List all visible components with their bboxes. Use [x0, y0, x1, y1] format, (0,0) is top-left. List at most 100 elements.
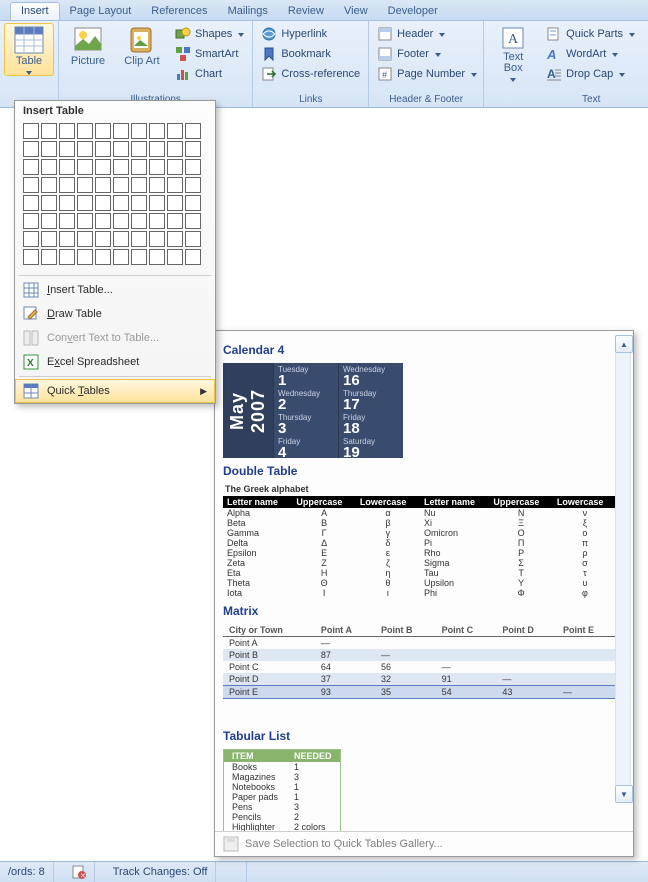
grid-cell[interactable] [167, 123, 183, 139]
grid-cell[interactable] [149, 123, 165, 139]
grid-cell[interactable] [185, 141, 201, 157]
grid-cell[interactable] [149, 249, 165, 265]
grid-cell[interactable] [41, 195, 57, 211]
hyperlink-button[interactable]: Hyperlink [257, 25, 364, 43]
grid-cell[interactable] [59, 231, 75, 247]
grid-cell[interactable] [131, 123, 147, 139]
grid-cell[interactable] [167, 159, 183, 175]
grid-cell[interactable] [59, 159, 75, 175]
grid-cell[interactable] [95, 159, 111, 175]
proofing-status[interactable]: ✕ [64, 862, 95, 882]
grid-cell[interactable] [131, 213, 147, 229]
grid-cell[interactable] [41, 177, 57, 193]
grid-cell[interactable] [41, 123, 57, 139]
grid-cell[interactable] [77, 249, 93, 265]
grid-cell[interactable] [113, 159, 129, 175]
quick-tables-menu[interactable]: Quick Tables ▶ [15, 379, 215, 403]
grid-cell[interactable] [77, 231, 93, 247]
grid-cell[interactable] [23, 231, 39, 247]
grid-cell[interactable] [77, 141, 93, 157]
grid-cell[interactable] [185, 123, 201, 139]
grid-cell[interactable] [149, 213, 165, 229]
footer-button[interactable]: Footer [373, 45, 481, 63]
grid-cell[interactable] [23, 213, 39, 229]
grid-cell[interactable] [95, 249, 111, 265]
grid-cell[interactable] [23, 249, 39, 265]
grid-cell[interactable] [113, 177, 129, 193]
grid-cell[interactable] [131, 249, 147, 265]
gallery-item-tabular-list[interactable]: ITEMNEEDEDBooks1Magazines3Notebooks1Pape… [223, 749, 617, 831]
grid-cell[interactable] [185, 159, 201, 175]
grid-cell[interactable] [149, 177, 165, 193]
tab-page-layout[interactable]: Page Layout [60, 3, 142, 20]
grid-cell[interactable] [113, 195, 129, 211]
grid-cell[interactable] [59, 177, 75, 193]
grid-cell[interactable] [59, 195, 75, 211]
grid-cell[interactable] [167, 249, 183, 265]
datetime-button[interactable]: 5 Date [643, 45, 648, 63]
grid-cell[interactable] [131, 177, 147, 193]
gallery-item-matrix[interactable]: City or TownPoint APoint BPoint CPoint D… [223, 624, 617, 699]
grid-cell[interactable] [41, 213, 57, 229]
grid-cell[interactable] [185, 195, 201, 211]
grid-cell[interactable] [23, 177, 39, 193]
grid-cell[interactable] [59, 249, 75, 265]
grid-cell[interactable] [149, 141, 165, 157]
grid-cell[interactable] [113, 141, 129, 157]
grid-cell[interactable] [77, 213, 93, 229]
grid-cell[interactable] [185, 231, 201, 247]
grid-cell[interactable] [167, 177, 183, 193]
textbox-button[interactable]: A Text Box [488, 23, 538, 83]
grid-cell[interactable] [131, 231, 147, 247]
grid-cell[interactable] [95, 195, 111, 211]
grid-cell[interactable] [185, 213, 201, 229]
tab-developer[interactable]: Developer [378, 3, 448, 20]
grid-cell[interactable] [95, 213, 111, 229]
grid-cell[interactable] [95, 177, 111, 193]
grid-cell[interactable] [41, 231, 57, 247]
insert-table-menu[interactable]: Insert Table... [15, 278, 215, 302]
grid-cell[interactable] [131, 141, 147, 157]
crossref-button[interactable]: Cross-reference [257, 65, 364, 83]
grid-cell[interactable] [59, 141, 75, 157]
tab-insert[interactable]: Insert [10, 2, 60, 20]
grid-cell[interactable] [113, 249, 129, 265]
grid-cell[interactable] [167, 141, 183, 157]
grid-cell[interactable] [59, 123, 75, 139]
insert-table-grid[interactable] [15, 123, 215, 273]
grid-cell[interactable] [95, 141, 111, 157]
grid-cell[interactable] [77, 123, 93, 139]
grid-cell[interactable] [167, 213, 183, 229]
picture-button[interactable]: Picture [63, 23, 113, 68]
grid-cell[interactable] [23, 195, 39, 211]
grid-cell[interactable] [77, 159, 93, 175]
chart-button[interactable]: Chart [171, 65, 248, 83]
grid-cell[interactable] [41, 249, 57, 265]
shapes-button[interactable]: Shapes [171, 25, 248, 43]
dropcap-button[interactable]: A Drop Cap [542, 65, 639, 83]
tab-mailings[interactable]: Mailings [218, 3, 278, 20]
grid-cell[interactable] [41, 159, 57, 175]
grid-cell[interactable] [149, 231, 165, 247]
smartart-button[interactable]: SmartArt [171, 45, 248, 63]
signature-button[interactable]: Sign [643, 25, 648, 43]
quickparts-button[interactable]: Quick Parts [542, 25, 639, 43]
grid-cell[interactable] [95, 231, 111, 247]
tab-view[interactable]: View [334, 3, 378, 20]
track-changes-status[interactable]: Track Changes: Off [105, 862, 217, 882]
grid-cell[interactable] [185, 177, 201, 193]
wordart-button[interactable]: A WordArt [542, 45, 639, 63]
grid-cell[interactable] [167, 195, 183, 211]
tab-references[interactable]: References [141, 3, 217, 20]
gallery-item-double-table[interactable]: The Greek alphabet Letter nameUppercaseL… [223, 484, 617, 598]
scroll-down-button[interactable]: ▼ [615, 785, 633, 803]
grid-cell[interactable] [113, 213, 129, 229]
word-count[interactable]: /ords: 8 [0, 862, 54, 882]
grid-cell[interactable] [149, 195, 165, 211]
tab-review[interactable]: Review [278, 3, 334, 20]
scroll-up-button[interactable]: ▲ [615, 335, 633, 353]
grid-cell[interactable] [113, 231, 129, 247]
grid-cell[interactable] [131, 195, 147, 211]
header-button[interactable]: Header [373, 25, 481, 43]
draw-table-menu[interactable]: Draw Table [15, 302, 215, 326]
